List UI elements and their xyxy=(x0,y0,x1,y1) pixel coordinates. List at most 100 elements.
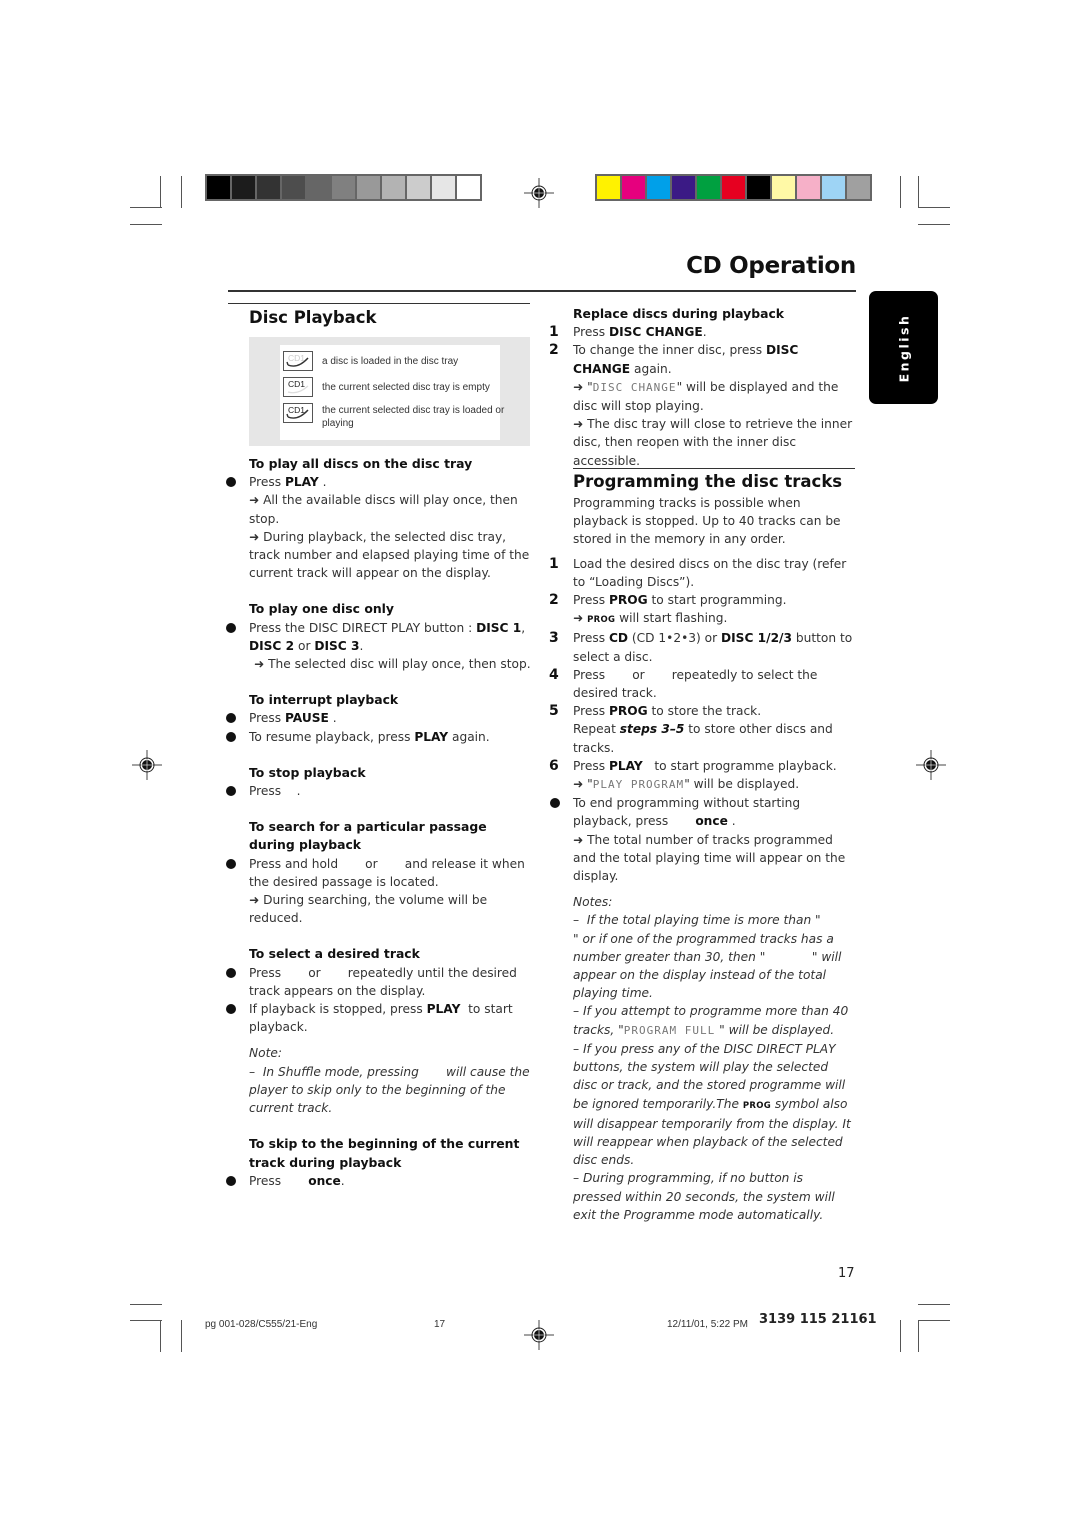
color-swatch xyxy=(457,176,480,199)
crop-mark xyxy=(160,176,161,208)
color-swatch xyxy=(432,176,455,199)
bullet-icon xyxy=(226,1004,236,1015)
text: again. xyxy=(630,361,672,376)
color-swatch xyxy=(332,176,355,199)
numbered-step: 5 Press PROG to store the track. xyxy=(549,702,855,720)
color-swatch xyxy=(382,176,405,199)
play-key: PLAY xyxy=(608,758,643,773)
note-text: – During programming, if no button is pr… xyxy=(573,1171,835,1222)
note-text: – If you attempt to programme more than … xyxy=(573,1002,855,1039)
color-calibration-bar xyxy=(595,174,872,201)
text: Press . xyxy=(249,784,301,799)
color-swatch xyxy=(257,176,280,199)
text: Repeat xyxy=(573,722,620,737)
disc-loaded-icon: CD1 xyxy=(283,351,313,371)
disc-arc-icon xyxy=(286,357,309,367)
play-key: PLAY xyxy=(426,1002,461,1017)
text: Press xyxy=(249,1173,309,1188)
text: ➜ xyxy=(573,611,588,626)
disc1-key: DISC 1 xyxy=(476,620,522,635)
result-text: ➜ "DISC CHANGE" will be displayed and th… xyxy=(573,378,855,415)
once-text: once xyxy=(695,814,728,829)
crop-mark xyxy=(130,1320,162,1321)
step-number: 2 xyxy=(549,342,559,359)
result-text: ➜ The disc tray will close to retrieve t… xyxy=(573,417,853,468)
text: Press or repeatedly to select the desire… xyxy=(573,667,822,701)
text: Press xyxy=(573,631,609,646)
steps-ref: steps 3–5 xyxy=(619,722,685,737)
step-number: 5 xyxy=(549,703,559,720)
text: To resume playback, press xyxy=(249,729,415,744)
color-swatch xyxy=(822,176,845,199)
crop-mark xyxy=(918,176,919,208)
text: Press xyxy=(573,704,609,719)
disc-arc-icon xyxy=(287,385,309,394)
subheading: Replace discs during playback xyxy=(573,306,785,321)
color-swatch xyxy=(622,176,645,199)
text: To change the inner disc, press xyxy=(573,343,766,358)
text: Press xyxy=(573,325,609,340)
cd-key: CD xyxy=(608,631,629,646)
pause-key: PAUSE xyxy=(284,711,329,726)
crop-mark xyxy=(130,224,162,225)
registration-mark-icon xyxy=(524,1320,554,1350)
crop-mark xyxy=(918,224,950,225)
lcd-text: DISC CHANGE xyxy=(592,380,677,394)
color-swatch xyxy=(747,176,770,199)
crop-mark xyxy=(918,1320,950,1321)
crop-mark xyxy=(130,207,162,208)
step-number: 1 xyxy=(549,324,559,341)
notes-label: Notes: xyxy=(573,895,613,910)
note-text: – If the total playing time is more than… xyxy=(573,913,868,1001)
text: . xyxy=(340,1173,345,1188)
text: . xyxy=(702,325,707,340)
crop-mark xyxy=(130,1304,162,1305)
legend-text: the current selected disc tray is loaded… xyxy=(322,405,505,429)
title-rule xyxy=(228,290,856,292)
prog-symbol: PROG xyxy=(742,1100,772,1111)
text: , xyxy=(521,620,526,635)
text: . xyxy=(318,475,327,490)
text: Press the DISC DIRECT PLAY button : xyxy=(249,620,477,635)
numbered-step: 1 Press DISC CHANGE. xyxy=(549,323,855,341)
result-text: ➜ During searching, the volume will be r… xyxy=(249,893,488,926)
step-number: 1 xyxy=(549,555,559,572)
page-number: 17 xyxy=(838,1266,855,1281)
text: . xyxy=(359,638,364,653)
numbered-step: 4 Press or repeatedly to select the desir… xyxy=(549,666,855,702)
prog-key: PROG xyxy=(608,704,648,719)
numbered-step: 2 To change the inner disc, press DISC CH… xyxy=(549,341,855,377)
registration-mark-icon xyxy=(524,178,554,208)
bullet-icon xyxy=(226,786,236,797)
color-swatch xyxy=(207,176,230,199)
result-text: ➜ The total number of tracks programmed … xyxy=(573,832,846,884)
color-swatch xyxy=(797,176,820,199)
crop-mark xyxy=(181,176,182,208)
note-text: – If you press any of the DISC DIRECT PL… xyxy=(573,1040,855,1169)
text: If playback is stopped, press xyxy=(249,1002,427,1017)
text: ➜ " xyxy=(573,379,593,394)
step-number: 3 xyxy=(549,630,559,647)
color-swatch xyxy=(282,176,305,199)
language-tab: English xyxy=(869,291,938,404)
section-heading-disc-playback: Disc Playback xyxy=(249,308,377,327)
bullet-item: Press PAUSE . xyxy=(226,709,531,727)
footer-file-name: pg 001-028/C555/21-Eng xyxy=(205,1319,318,1330)
page-title: CD Operation xyxy=(686,253,856,279)
footer-code: 3139 115 21161 xyxy=(759,1312,877,1327)
section-heading-programming: Programming the disc tracks xyxy=(573,472,843,491)
color-swatch xyxy=(672,176,695,199)
crop-mark xyxy=(160,1320,161,1352)
result-text: Repeat steps 3–5 to store other discs an… xyxy=(573,720,855,756)
prog-key: PROG xyxy=(608,593,648,608)
text: again. xyxy=(448,729,490,744)
color-swatch xyxy=(597,176,620,199)
subheading: To search for a particular passage durin… xyxy=(249,819,487,853)
color-swatch xyxy=(357,176,380,199)
disc-arc-icon xyxy=(286,409,309,419)
crop-mark xyxy=(900,176,901,208)
footer-datetime: 12/11/01, 5:22 PM xyxy=(667,1319,748,1330)
text: Press xyxy=(573,758,609,773)
disc-playback-column: To play all discs on the disc tray Press… xyxy=(226,455,531,1190)
language-tab-label: English xyxy=(896,313,911,382)
